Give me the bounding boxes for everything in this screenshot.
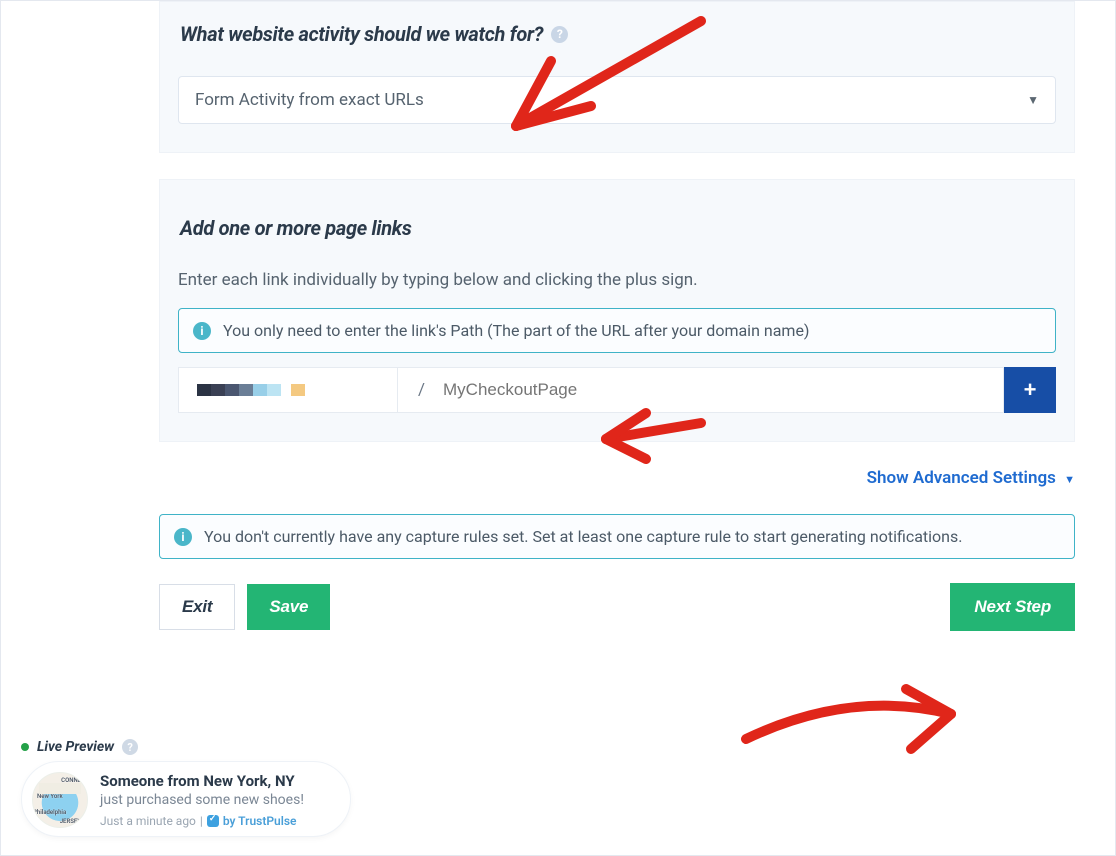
add-link-button[interactable]: + <box>1004 367 1056 413</box>
info-icon: i <box>174 528 192 546</box>
links-instruction: Enter each link individually by typing b… <box>178 270 1056 290</box>
links-info-box: i You only need to enter the link's Path… <box>178 308 1056 353</box>
show-advanced-link[interactable]: Show Advanced Settings ▼ <box>159 468 1075 488</box>
help-icon[interactable]: ? <box>122 739 138 755</box>
live-preview: Live Preview ? CONNEC New York Philadelp… <box>21 739 351 837</box>
links-info-text: You only need to enter the link's Path (… <box>223 321 810 340</box>
url-slash-wrap: / <box>398 367 429 413</box>
caret-down-icon: ▼ <box>1064 473 1075 486</box>
page-path-input[interactable] <box>429 367 1004 413</box>
live-preview-brand: by TrustPulse <box>223 814 297 828</box>
links-heading-text: Add one or more page links <box>180 216 412 240</box>
live-preview-card[interactable]: CONNEC New York Philadelphia JERSEY Some… <box>21 761 351 837</box>
links-heading: Add one or more page links <box>180 216 1056 240</box>
map-icon: CONNEC New York Philadelphia JERSEY <box>32 772 88 828</box>
help-icon[interactable]: ? <box>551 26 568 43</box>
url-input-row: / + <box>178 367 1056 413</box>
live-preview-meta: Just a minute ago | by TrustPulse <box>100 814 304 828</box>
redacted-domain <box>197 384 305 396</box>
activity-select-value: Form Activity from exact URLs <box>195 90 424 110</box>
live-preview-header: Live Preview ? <box>21 739 351 755</box>
live-preview-title: Live Preview <box>37 739 114 755</box>
live-preview-time: Just a minute ago <box>100 814 196 828</box>
rules-info-box: i You don't currently have any capture r… <box>159 514 1075 559</box>
save-button[interactable]: Save <box>247 584 330 630</box>
live-preview-body: Someone from New York, NY just purchased… <box>100 772 304 828</box>
live-preview-headline: Someone from New York, NY <box>100 772 304 790</box>
activity-section: What website activity should we watch fo… <box>159 1 1075 153</box>
chevron-down-icon: ▼ <box>1027 93 1039 107</box>
status-dot-icon <box>21 743 29 751</box>
exit-button[interactable]: Exit <box>159 584 235 630</box>
links-section: Add one or more page links Enter each li… <box>159 179 1075 442</box>
next-step-button[interactable]: Next Step <box>950 583 1075 631</box>
rules-info-text: You don't currently have any capture rul… <box>204 527 962 546</box>
activity-heading-text: What website activity should we watch fo… <box>180 22 543 46</box>
show-advanced-text: Show Advanced Settings <box>867 468 1056 488</box>
annotation-arrow-icon <box>731 669 971 779</box>
action-bar: Exit Save Next Step <box>159 583 1075 631</box>
left-button-group: Exit Save <box>159 584 330 630</box>
url-prefix <box>178 367 398 413</box>
url-slash: / <box>408 380 425 400</box>
activity-select[interactable]: Form Activity from exact URLs ▼ <box>178 76 1056 124</box>
activity-heading: What website activity should we watch fo… <box>180 22 1056 46</box>
verified-icon <box>207 815 219 827</box>
live-preview-subline: just purchased some new shoes! <box>100 792 304 808</box>
info-icon: i <box>193 322 211 340</box>
